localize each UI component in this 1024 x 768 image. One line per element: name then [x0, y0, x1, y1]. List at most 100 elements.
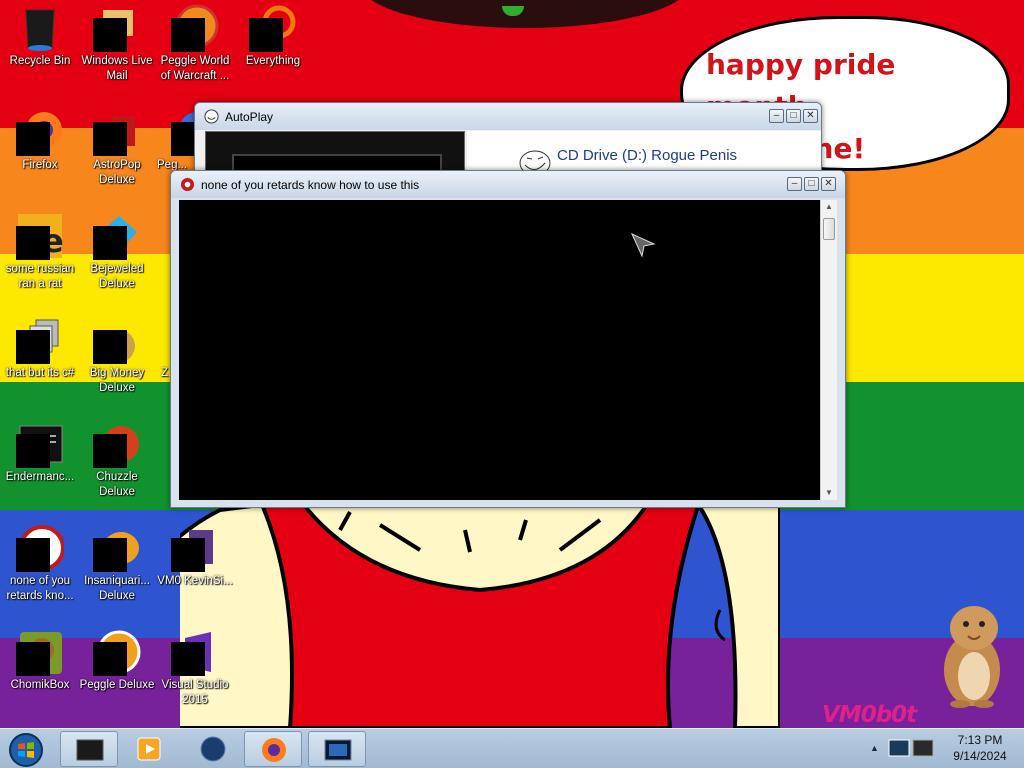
desktop-icon-peggle-wow[interactable]: Peggle World of Warcraft ... — [155, 4, 235, 84]
drive-label[interactable]: CD Drive (D:) Rogue Penis — [557, 147, 737, 164]
clock-time: 7:13 PM — [957, 733, 1003, 747]
console-window[interactable]: none of you retards know how to use this… — [170, 170, 846, 508]
close-icon: ✕ — [806, 110, 815, 121]
scroll-up-arrow-icon[interactable]: ▲ — [821, 200, 837, 214]
desktop-icon-windows-live-mail[interactable]: Windows Live Mail — [77, 4, 157, 84]
taskbar-button-display[interactable] — [308, 731, 366, 767]
desktop-icon-everything[interactable]: Everything — [233, 4, 313, 69]
search-icon — [249, 4, 297, 52]
chuzzle-icon — [93, 420, 141, 468]
tray-app-icon[interactable] — [912, 738, 934, 758]
maximize-button[interactable]: □ — [804, 177, 819, 191]
console-titlebar[interactable]: none of you retards know how to use this… — [171, 171, 845, 198]
desktop-icon-label: Insaniquari... Deluxe — [84, 575, 150, 602]
desktop-icon-vm0-kevinsi[interactable]: VM0 KevinSi... — [155, 524, 235, 589]
bejeweled-icon — [93, 212, 141, 260]
desktop-icon-label: Firefox — [22, 159, 58, 171]
desktop-icon-label: VM0 KevinSi... — [157, 575, 233, 587]
clock[interactable]: 7:13 PM 9/14/2024 — [940, 732, 1020, 764]
desktop-icon-label: that but its c# — [5, 367, 75, 379]
desktop-icon-peggle-deluxe[interactable]: Peggle Deluxe — [77, 628, 157, 693]
close-button[interactable]: ✕ — [803, 109, 818, 123]
tray-network-icon[interactable] — [888, 738, 910, 758]
money-bag-icon — [93, 316, 141, 364]
desktop-icon-label: Everything — [245, 55, 301, 67]
firefox-icon — [16, 108, 64, 156]
taskbar: ▲ 7:13 PM 9/14/2024 — [0, 728, 1024, 768]
recycle-bin-icon — [16, 4, 64, 52]
astropop-icon — [93, 108, 141, 156]
minimize-icon: – — [773, 110, 780, 121]
desktop-icon-label: ChomikBox — [10, 679, 70, 691]
globe-icon — [200, 736, 226, 762]
firefox-icon — [262, 738, 286, 762]
desktop-icon-some-russian-ran-a-rat[interactable]: e some russian ran a rat — [0, 212, 80, 292]
desktop-icon-label: Visual Studio 2015 — [161, 679, 229, 706]
desktop-icon-firefox[interactable]: Firefox — [0, 108, 80, 173]
desktop-icon-peggle-partial[interactable]: Peg... — [155, 108, 195, 173]
visual-studio-icon — [171, 628, 219, 676]
desktop-icon-label: Recycle Bin — [9, 55, 71, 67]
maximize-button[interactable]: □ — [786, 109, 801, 123]
console-title: none of you retards know how to use this — [201, 178, 420, 192]
app-icon: e — [16, 212, 64, 260]
desktop-icon-visual-studio[interactable]: Visual Studio 2015 — [155, 628, 235, 708]
cd-icon — [16, 524, 65, 572]
desktop-icon-label: Big Money Deluxe — [89, 367, 145, 394]
console-window-icon — [76, 739, 104, 761]
show-hidden-icons-icon[interactable]: ▲ — [870, 743, 880, 753]
scroll-down-arrow-icon[interactable]: ▼ — [821, 486, 837, 500]
peggle-icon — [171, 4, 219, 52]
desktop-icon-endermanc[interactable]: Endermanc... — [0, 420, 80, 485]
mail-icon — [93, 4, 141, 52]
autoplay-title: AutoPlay — [225, 110, 274, 124]
desktop-icon-label: Peggle Deluxe — [79, 679, 155, 691]
taskbar-button-media-player[interactable] — [120, 731, 178, 767]
desktop-icon-label: Chuzzle Deluxe — [96, 471, 138, 498]
taskbar-button-firefox[interactable] — [244, 731, 302, 767]
desktop-icon-none-of-you-retards[interactable]: none of you retards kno... — [0, 524, 80, 604]
clock-date: 9/14/2024 — [953, 749, 1007, 763]
maximize-icon: □ — [808, 178, 815, 189]
desktop-icon-label: Endermanc... — [5, 471, 75, 483]
minimize-button[interactable]: – — [769, 109, 784, 123]
chomikbox-icon — [16, 628, 64, 676]
console-icon — [16, 420, 64, 468]
minimize-icon: – — [791, 178, 798, 189]
desktop-icon-label: AstroPop Deluxe — [93, 159, 141, 186]
desktop-icon-label: none of you retards kno... — [6, 575, 74, 602]
desktop-icon-chomikbox[interactable]: ChomikBox — [0, 628, 80, 693]
autoplay-titlebar[interactable]: AutoPlay – □ ✕ — [195, 103, 821, 130]
display-icon — [324, 739, 352, 761]
desktop-icon-that-but-its-csharp[interactable]: that but its c# — [0, 316, 80, 381]
close-button[interactable]: ✕ — [821, 177, 836, 191]
desktop-icon-insaniquarium[interactable]: Insaniquari... Deluxe — [77, 524, 157, 604]
console-output[interactable] — [179, 200, 820, 500]
desktop-icon-big-money[interactable]: Big Money Deluxe — [77, 316, 157, 396]
start-button[interactable] — [6, 732, 46, 768]
desktop-icon-astropop[interactable]: AstroPop Deluxe — [77, 108, 157, 188]
hamster-image — [944, 606, 1000, 708]
taskbar-button-console[interactable] — [60, 731, 118, 767]
vertical-scrollbar[interactable]: ▲ ▼ — [820, 200, 837, 500]
desktop-icon-label: some russian ran a rat — [5, 263, 75, 290]
maximize-icon: □ — [790, 110, 797, 121]
desktop-icon-label: Bejeweled Deluxe — [90, 263, 144, 290]
desktop-icon-bejeweled[interactable]: Bejeweled Deluxe — [77, 212, 157, 292]
taskbar-button-globe[interactable] — [184, 731, 242, 767]
fish-icon — [93, 524, 141, 572]
wallpaper-watermark: VM0b0t — [822, 702, 917, 728]
desktop-icon-recycle-bin[interactable]: Recycle Bin — [0, 4, 80, 69]
cartoon-figure — [180, 500, 780, 728]
cd-icon — [180, 177, 195, 192]
media-player-icon — [137, 737, 161, 761]
troll-face-icon — [204, 109, 219, 124]
close-icon: ✕ — [824, 178, 833, 189]
peggle-icon — [93, 628, 141, 676]
scrollbar-thumb[interactable] — [823, 218, 835, 240]
mouse-cursor-icon — [630, 232, 656, 258]
minimize-button[interactable]: – — [787, 177, 802, 191]
file-icon — [171, 524, 219, 572]
desktop-icon-label: Windows Live Mail — [81, 55, 153, 82]
desktop-icon-chuzzle[interactable]: Chuzzle Deluxe — [77, 420, 157, 500]
